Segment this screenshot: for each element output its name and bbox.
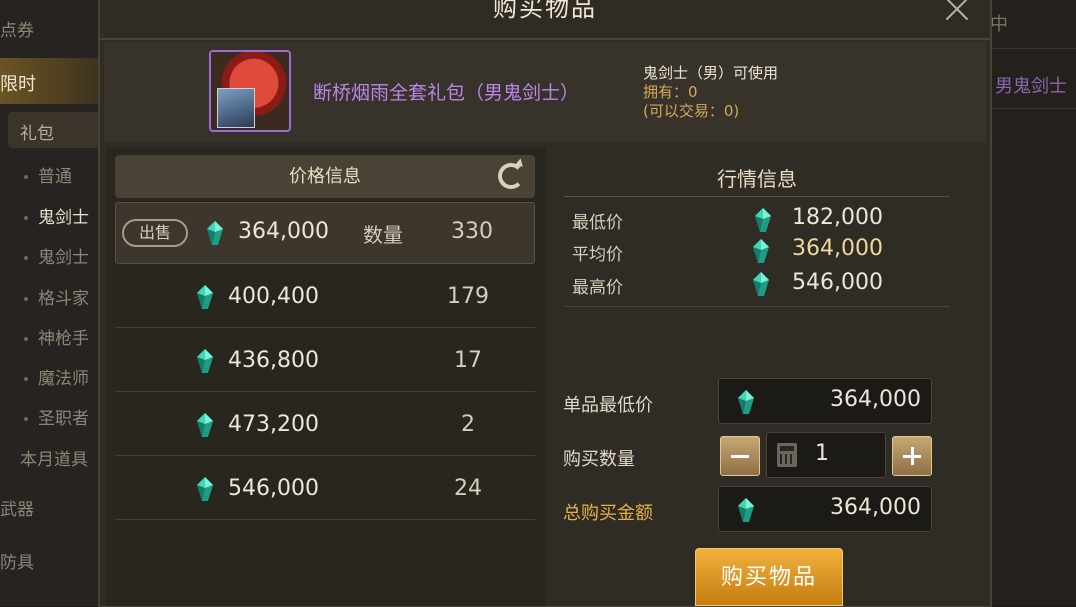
- gem-icon: [737, 497, 755, 523]
- background-sidebar: 点券 限时 礼包 普通 鬼剑士（ 鬼剑士（ 格斗家 神枪手 魔法师 圣职者 本月…: [0, 0, 106, 606]
- price-value: 473,200: [228, 412, 319, 437]
- gem-icon: [196, 412, 214, 438]
- quantity-input[interactable]: 1: [766, 432, 886, 478]
- quantity-input-value: 1: [815, 441, 829, 466]
- buy-button[interactable]: 购买物品: [695, 548, 843, 606]
- gem-icon: [196, 348, 214, 374]
- divider: [990, 48, 1076, 49]
- bullet-icon: [24, 256, 28, 260]
- price-value: 546,000: [228, 476, 319, 501]
- gem-icon: [196, 476, 214, 502]
- total-price-label: 总购买金额: [563, 503, 653, 524]
- item-icon[interactable]: [209, 50, 291, 132]
- bullet-icon: [24, 216, 28, 220]
- refresh-icon[interactable]: [498, 163, 524, 189]
- price-value: 364,000: [238, 219, 329, 244]
- gem-icon: [752, 271, 770, 297]
- price-value: 400,400: [228, 284, 319, 309]
- divider: [115, 455, 535, 456]
- quantity-value: 330: [451, 219, 493, 244]
- sell-tag: 出售: [122, 219, 188, 247]
- divider: [564, 306, 950, 307]
- divider: [115, 391, 535, 392]
- background-text: 中: [990, 14, 1008, 35]
- quantity-value: 24: [454, 476, 482, 501]
- sidebar-item-limited[interactable]: 限时: [0, 70, 100, 96]
- gem-icon: [752, 238, 770, 264]
- avg-price-value: 364,000: [792, 236, 883, 261]
- sidebar-item-armor[interactable]: 防具: [0, 548, 100, 573]
- item-usable-by: 鬼剑士（男）可使用: [643, 64, 779, 82]
- total-price-value: 364,000: [830, 495, 921, 520]
- quantity-value: 17: [454, 348, 482, 373]
- gem-icon: [196, 284, 214, 310]
- divider: [990, 108, 1076, 109]
- price-value: 436,800: [228, 348, 319, 373]
- bullet-icon: [24, 297, 28, 301]
- max-price-value: 546,000: [792, 270, 883, 295]
- bullet-icon: [24, 377, 28, 381]
- item-name: 断桥烟雨全套礼包（男鬼剑士）: [313, 82, 580, 104]
- bullet-icon: [24, 417, 28, 421]
- minus-icon[interactable]: [720, 436, 760, 476]
- bullet-icon: [24, 337, 28, 341]
- calculator-icon[interactable]: [777, 443, 797, 467]
- max-price-label: 最高价: [572, 278, 623, 298]
- quantity-value: 2: [461, 412, 475, 437]
- unit-price-field: 364,000: [718, 378, 932, 424]
- price-info-header: 价格信息: [115, 155, 535, 198]
- close-icon[interactable]: [940, 0, 974, 26]
- plus-icon[interactable]: [892, 436, 932, 476]
- character-portrait: [217, 88, 255, 128]
- divider: [115, 519, 535, 520]
- market-info-title: 行情信息: [717, 167, 797, 191]
- sidebar-item-points[interactable]: 点券: [0, 16, 100, 41]
- bullet-icon: [24, 175, 28, 179]
- gem-icon: [206, 220, 224, 246]
- item-owned-count: 拥有：0: [643, 83, 698, 101]
- quantity-label: 数量: [363, 223, 403, 247]
- divider: [100, 38, 990, 40]
- min-price-label: 最低价: [572, 213, 623, 233]
- gem-icon: [737, 389, 755, 415]
- divider: [564, 196, 950, 197]
- quantity-value: 179: [447, 284, 489, 309]
- quantity-label: 购买数量: [563, 449, 635, 470]
- avg-price-label: 平均价: [572, 245, 623, 265]
- background-item-text: 男鬼剑士: [995, 76, 1067, 97]
- divider: [115, 327, 535, 328]
- gem-icon: [754, 207, 772, 233]
- unit-price-label: 单品最低价: [563, 395, 653, 416]
- dialog-title: 购买物品: [493, 0, 597, 22]
- item-tradable-count: (可以交易：0): [643, 102, 740, 120]
- total-price-field: 364,000: [718, 486, 932, 532]
- sidebar-item-weapons[interactable]: 武器: [0, 495, 100, 520]
- unit-price-value: 364,000: [830, 387, 921, 412]
- min-price-value: 182,000: [792, 205, 883, 230]
- purchase-dialog: 购买物品 断桥烟雨全套礼包（男鬼剑士） 鬼剑士（男）可使用 拥有：0 (可以交易…: [100, 0, 990, 606]
